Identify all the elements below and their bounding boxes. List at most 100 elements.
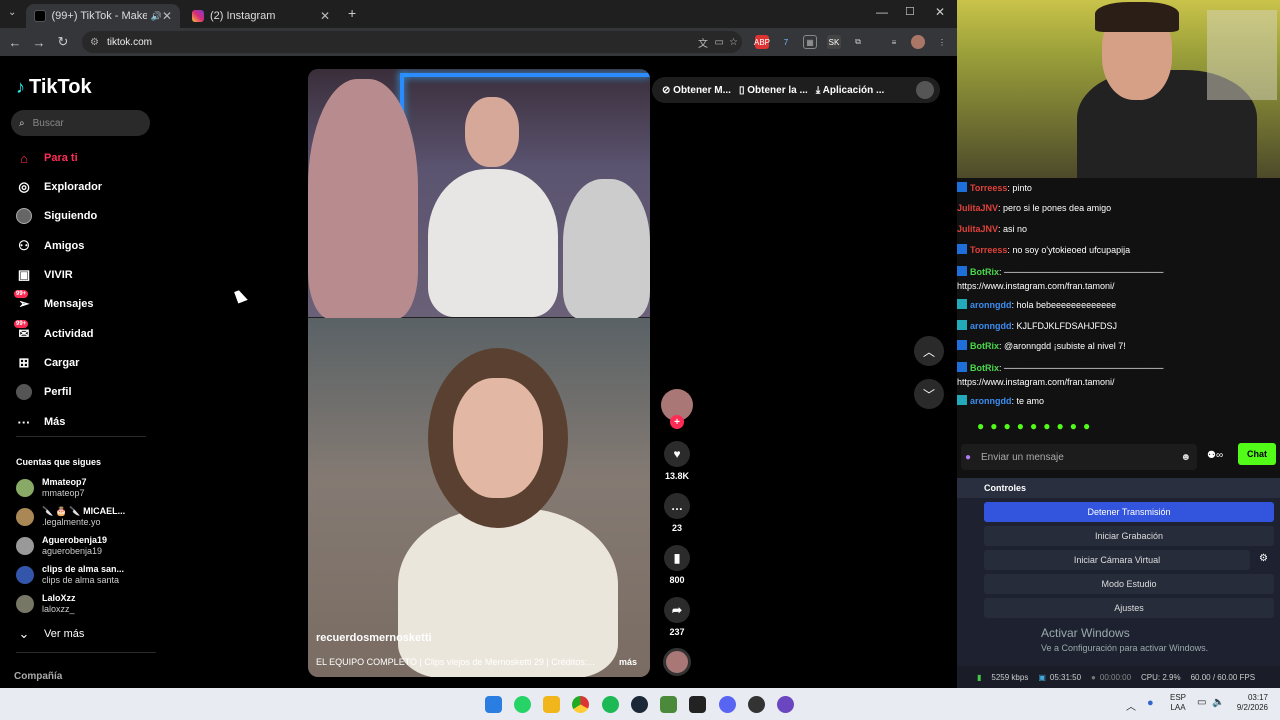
previous-video-button[interactable]: ︿: [914, 336, 944, 366]
mic-tray-icon[interactable]: ●: [1147, 697, 1154, 709]
following-account[interactable]: clips de alma san... clips de alma santa: [16, 564, 124, 585]
site-info-icon[interactable]: ⚙: [90, 37, 99, 48]
tray-chevron-icon[interactable]: ︿: [1126, 698, 1136, 713]
following-account[interactable]: Mmateop7 mmateop7: [16, 477, 87, 498]
reload-button[interactable]: ↻: [51, 34, 75, 50]
clock[interactable]: 03:17 9/2/2026: [1228, 693, 1268, 713]
whatsapp-icon[interactable]: [514, 696, 531, 713]
minecraft-icon[interactable]: [660, 696, 677, 713]
cast-icon[interactable]: ▭: [715, 37, 724, 48]
back-button[interactable]: ←: [3, 35, 27, 50]
chat-username[interactable]: BotRix: [970, 341, 999, 351]
tab-tiktok[interactable]: (99+) TikTok - Make Your Da 🔊 ✕: [26, 4, 180, 28]
minimize-button[interactable]: —: [876, 5, 888, 19]
epic-games-icon[interactable]: [689, 696, 706, 713]
quick-emotes-icon[interactable]: ⚉∞: [1207, 450, 1223, 461]
chat-input[interactable]: ● Enviar un mensaje ☻: [961, 444, 1197, 470]
studio-mode-button[interactable]: Modo Estudio: [984, 574, 1274, 594]
network-icon[interactable]: ▭: [1197, 697, 1206, 708]
get-coins-button[interactable]: ⊘ Obtener M...: [662, 85, 731, 96]
nav-item-amigos[interactable]: ⚇ Amigos: [16, 236, 84, 256]
speaker-icon[interactable]: 🔊: [151, 11, 162, 22]
chat-username[interactable]: JulitaJNV: [957, 203, 998, 213]
search-input[interactable]: ⌕ Buscar: [11, 110, 150, 136]
extension-icon[interactable]: ▦: [803, 35, 817, 49]
chat-username[interactable]: BotRix: [970, 363, 999, 373]
nav-item-mensajes[interactable]: ➢ 99+ Mensajes: [14, 290, 94, 314]
music-disc[interactable]: [660, 648, 694, 676]
video-player[interactable]: recuerdosmernosketti EL EQUIPO COMPLETO …: [308, 69, 650, 677]
volume-icon[interactable]: 🔈: [1212, 697, 1224, 708]
chrome-icon[interactable]: [572, 696, 589, 713]
send-chat-button[interactable]: Chat: [1238, 443, 1276, 465]
nav-item-mas[interactable]: ··· Más: [16, 412, 66, 432]
following-account[interactable]: 🔪 🎂 🔪 MICAEL... .legalmente.yo: [16, 506, 125, 527]
see-more-button[interactable]: ⌄ Ver más: [16, 624, 85, 644]
extension-icon[interactable]: 7: [779, 35, 793, 49]
chat-username[interactable]: aronngdd: [970, 300, 1012, 310]
tab-instagram[interactable]: (2) Instagram ✕: [184, 4, 338, 28]
nav-item-para-ti[interactable]: ⌂ Para ti: [16, 148, 78, 168]
window-close-button[interactable]: ✕: [935, 5, 945, 19]
nav-item-cargar[interactable]: ⊞ Cargar: [16, 353, 80, 373]
share-button[interactable]: ➦ 237: [660, 597, 694, 637]
reading-list-icon[interactable]: ≡: [887, 35, 901, 49]
start-menu-icon[interactable]: [485, 696, 502, 713]
tiktok-logo[interactable]: ♪ TikTok: [16, 76, 92, 99]
chat-username[interactable]: JulitaJNV: [957, 224, 998, 234]
file-explorer-icon[interactable]: [543, 696, 560, 713]
caption-more-button[interactable]: más: [619, 657, 637, 667]
forward-button[interactable]: →: [27, 35, 51, 50]
extension-icon[interactable]: SK: [827, 35, 841, 49]
extensions-puzzle-icon[interactable]: ⧉: [851, 35, 865, 49]
close-icon[interactable]: ✕: [320, 9, 330, 23]
chat-username[interactable]: aronngdd: [970, 396, 1012, 406]
chat-username[interactable]: aronngdd: [970, 321, 1012, 331]
save-button[interactable]: ▮ 800: [660, 545, 694, 585]
menu-kebab-icon[interactable]: ⋮: [935, 35, 949, 49]
chat-username[interactable]: Torreess: [970, 245, 1007, 255]
maximize-button[interactable]: ☐: [905, 5, 915, 18]
nav-item-vivir[interactable]: ▣ VIVIR: [16, 265, 73, 285]
creator-avatar-follow[interactable]: +: [660, 389, 694, 429]
company-link[interactable]: Compañía: [14, 671, 62, 682]
nav-item-actividad[interactable]: ✉ 99+ Actividad: [14, 320, 94, 344]
chat-username[interactable]: BotRix: [970, 267, 999, 277]
mic-icon[interactable]: ●: [965, 452, 971, 463]
stop-stream-button[interactable]: Detener Transmisión: [984, 502, 1274, 522]
emote-row[interactable]: ●●●●●●●●●: [977, 419, 1280, 433]
follow-plus-icon[interactable]: +: [670, 415, 684, 429]
steam-icon[interactable]: [631, 696, 648, 713]
gear-icon[interactable]: ⚙: [1259, 553, 1268, 564]
following-account[interactable]: LaloXzz laloxzz_: [16, 593, 76, 614]
nav-item-explorador[interactable]: ◎ Explorador: [16, 177, 102, 197]
obs-icon[interactable]: [748, 696, 765, 713]
profile-avatar-icon[interactable]: [911, 35, 925, 49]
chat-username[interactable]: Torreess: [970, 183, 1007, 193]
comment-button[interactable]: … 23: [660, 493, 694, 533]
start-recording-button[interactable]: Iniciar Grabación: [984, 526, 1274, 546]
like-button[interactable]: ♥ 13.8K: [660, 441, 694, 481]
omnibox[interactable]: ⚙ tiktok.com 文 ▭ ☆: [82, 31, 742, 53]
video-author[interactable]: recuerdosmernosketti: [316, 632, 432, 644]
translate-icon[interactable]: 文: [698, 35, 708, 50]
bookmark-star-icon[interactable]: ☆: [729, 37, 738, 48]
get-app-button[interactable]: ▯ Obtener la ...: [739, 85, 808, 96]
start-virtual-camera-button[interactable]: Iniciar Cámara Virtual: [984, 550, 1250, 570]
app-icon[interactable]: [777, 696, 794, 713]
download-app-button[interactable]: ⤓ Aplicación ...: [816, 85, 885, 96]
tab-search-icon[interactable]: ⌄: [8, 7, 16, 18]
nav-item-siguiendo[interactable]: Siguiendo: [16, 206, 97, 226]
input-language[interactable]: ESP LAA: [1170, 693, 1186, 713]
spotify-icon[interactable]: [602, 696, 619, 713]
nav-item-perfil[interactable]: Perfil: [16, 382, 72, 402]
discord-icon[interactable]: [719, 696, 736, 713]
following-account[interactable]: Aguerobenja19 aguerobenja19: [16, 535, 107, 556]
adblock-extension-icon[interactable]: ABP: [754, 35, 770, 49]
profile-avatar[interactable]: [916, 81, 934, 99]
new-tab-button[interactable]: +: [348, 5, 356, 21]
settings-button[interactable]: Ajustes: [984, 598, 1274, 618]
emoji-icon[interactable]: ☻: [1180, 452, 1191, 463]
next-video-button[interactable]: ﹀: [914, 379, 944, 409]
close-icon[interactable]: ✕: [162, 9, 172, 23]
